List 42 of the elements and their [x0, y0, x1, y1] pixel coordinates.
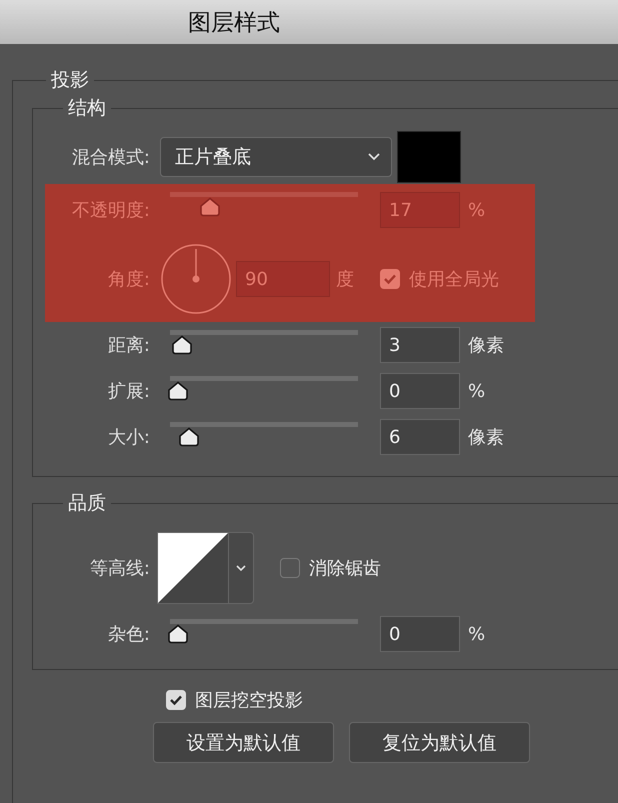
contour-preview[interactable]	[157, 532, 229, 604]
unit-label: %	[468, 200, 486, 220]
check-icon	[383, 273, 397, 285]
number-field[interactable]: 6	[380, 419, 460, 455]
color-swatch[interactable]	[397, 131, 461, 183]
unit-label: 像素	[468, 334, 504, 357]
field-label: 等高线:	[88, 557, 150, 580]
checkbox-label: 图层挖空投影	[195, 689, 303, 712]
checkbox-label: 消除锯齿	[309, 557, 381, 580]
section-title: 品质	[67, 491, 107, 515]
blend-mode-dropdown[interactable]: 正片叠底	[160, 137, 392, 177]
slider-thumb[interactable]	[198, 197, 221, 217]
number-field[interactable]: 3	[380, 327, 460, 363]
field-label: 不透明度:	[70, 199, 150, 222]
chevron-down-icon	[235, 564, 247, 572]
field-label: 杂色:	[106, 623, 150, 646]
section-title: 结构	[67, 96, 107, 120]
slider-thumb[interactable]	[167, 381, 189, 401]
number-field[interactable]: 0	[380, 616, 460, 652]
check-icon	[169, 694, 183, 706]
unit-label: 像素	[468, 426, 504, 449]
field-label: 扩展:	[106, 380, 150, 403]
unit-label: %	[468, 624, 486, 644]
slider-thumb[interactable]	[170, 335, 193, 355]
section-title: 投影	[50, 68, 90, 92]
field-label: 距离:	[106, 334, 150, 357]
unit-label: 度	[336, 268, 355, 291]
field-label: 角度:	[106, 268, 150, 291]
field-label: 混合模式:	[70, 146, 150, 169]
checkbox[interactable]	[380, 269, 400, 289]
checkbox-label: 使用全局光	[409, 268, 499, 291]
slider-thumb[interactable]	[167, 624, 189, 644]
slider-thumb[interactable]	[178, 427, 200, 447]
dialog-button[interactable]: 复位为默认值	[349, 722, 530, 763]
angle-dial[interactable]	[160, 243, 232, 315]
unit-label: %	[468, 380, 486, 402]
dialog-button[interactable]: 设置为默认值	[153, 722, 334, 763]
field-label: 大小:	[106, 426, 150, 449]
window-title: 图层样式	[188, 8, 280, 38]
checkbox[interactable]	[280, 558, 300, 578]
chevron-down-icon	[367, 152, 381, 162]
number-field[interactable]: 0	[380, 373, 460, 409]
